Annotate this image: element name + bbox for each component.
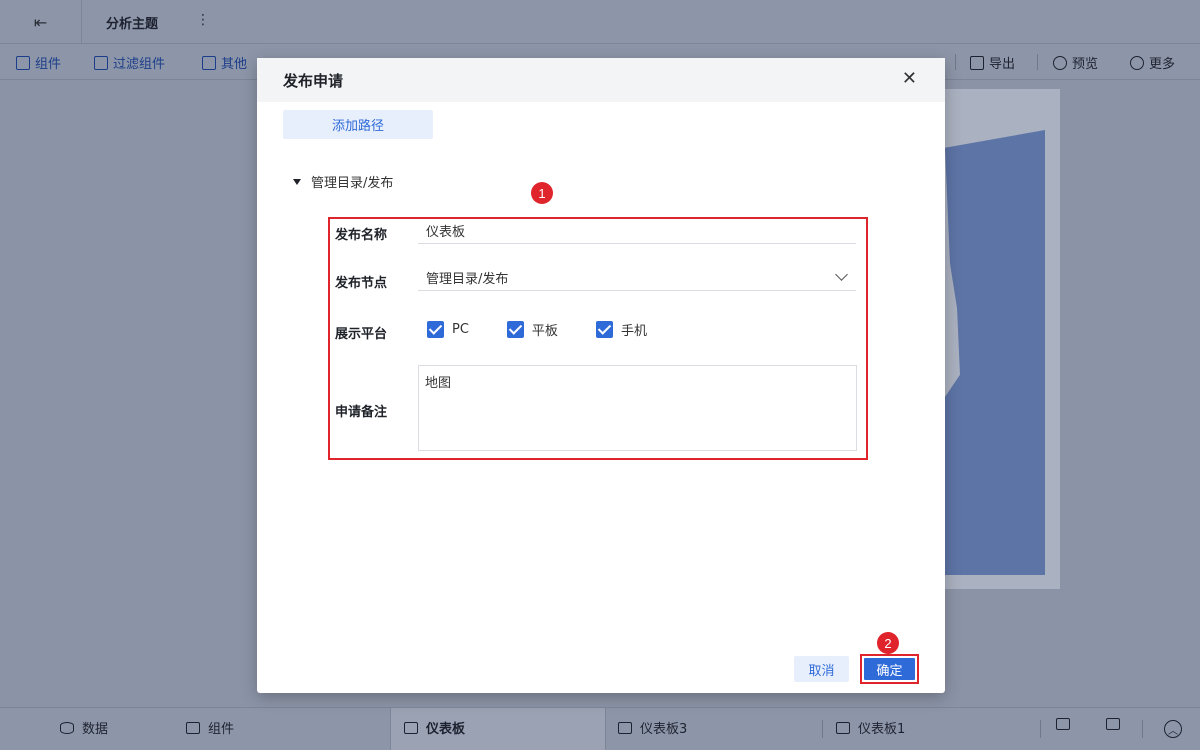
dialog-header: 发布申请 ✕ [257, 58, 945, 102]
publish-request-dialog: 发布申请 ✕ 添加路径 管理目录/发布 1 发布名称 仪表板 发布节点 管理目录… [257, 58, 945, 693]
toolbar-more-button[interactable]: 更多 [1130, 53, 1175, 72]
tab-divider [822, 720, 823, 738]
toolbar-export-button[interactable]: 导出 [970, 53, 1015, 72]
request-note-label: 申请备注 [335, 405, 388, 420]
tab-dashboard-label: 仪表板 [426, 722, 466, 737]
chart-icon [186, 721, 200, 734]
toolbar-component-label: 组件 [35, 57, 62, 72]
confirm-button-highlight: 确定 [860, 654, 919, 684]
toolbar-component-button[interactable]: 组件 [16, 53, 61, 72]
tab-component[interactable]: 组件 [186, 718, 234, 737]
toolbar-divider [1037, 54, 1038, 70]
checkbox-checked-icon[interactable] [506, 321, 524, 338]
dialog-title: 发布申请 [283, 71, 344, 90]
bottom-tab-bar: 数据 组件 仪表板 仪表板3 仪表板1 ︿ [0, 707, 1200, 750]
add-dashboard-icon [1056, 718, 1070, 730]
publish-name-field[interactable]: 仪表板 [418, 218, 856, 244]
tab-dashboard-3-label: 仪表板3 [640, 722, 688, 737]
toolbar-other-label: 其他 [221, 57, 248, 72]
platform-label: 展示平台 [335, 327, 388, 342]
tab-dashboard-3[interactable]: 仪表板3 [618, 718, 687, 737]
platform-checkbox-group: PC 平板 手机 [427, 320, 685, 339]
toolbar-export-label: 导出 [989, 57, 1016, 72]
collapse-up-icon[interactable]: ︿ [1164, 720, 1182, 738]
tab-dashboard-1[interactable]: 仪表板1 [836, 718, 905, 737]
close-icon[interactable]: ✕ [902, 70, 917, 88]
tab-divider [1142, 720, 1143, 738]
analysis-topic-title: 分析主题 [106, 17, 159, 32]
more-icon [1130, 55, 1144, 70]
directory-tree-node[interactable]: 管理目录/发布 [293, 172, 393, 191]
platform-tablet-checkbox[interactable]: 平板 [506, 320, 558, 339]
publish-name-label: 发布名称 [335, 228, 388, 243]
checkbox-checked-icon[interactable] [427, 321, 444, 338]
request-note-textarea[interactable]: 地图 [418, 365, 857, 451]
checkbox-checked-icon[interactable] [595, 321, 613, 338]
toolbar-filter-component-label: 过滤组件 [113, 57, 166, 72]
toolbar-more-label: 更多 [1149, 57, 1176, 72]
top-header: ⇤ 分析主题 ⋮ [0, 0, 1200, 44]
map-widget-preview [945, 130, 1045, 575]
platform-pc-label: PC [452, 322, 469, 337]
tab-component-label: 组件 [208, 722, 235, 737]
chevron-down-icon [835, 268, 848, 281]
publish-node-select[interactable]: 管理目录/发布 [418, 265, 856, 291]
toolbar-preview-button[interactable]: 预览 [1053, 53, 1098, 72]
add-dashboard-icon[interactable] [1056, 718, 1070, 730]
step-badge-2: 2 [877, 632, 899, 654]
database-icon [60, 721, 74, 734]
publish-node-value: 管理目录/发布 [426, 272, 509, 287]
platform-pc-checkbox[interactable]: PC [427, 321, 469, 338]
add-component-icon [1106, 718, 1120, 730]
vertical-dots-icon[interactable]: ⋮ [196, 12, 210, 28]
toolbar-filter-component-button[interactable]: 过滤组件 [94, 53, 165, 72]
cancel-button[interactable]: 取消 [794, 656, 849, 682]
toolbar-preview-label: 预览 [1072, 57, 1099, 72]
toolbar-divider [955, 54, 956, 70]
platform-mobile-label: 手机 [620, 324, 647, 339]
dashboard-icon [618, 721, 632, 734]
add-path-button[interactable]: 添加路径 [283, 110, 433, 139]
other-icon [202, 55, 216, 70]
tab-data[interactable]: 数据 [60, 718, 108, 737]
platform-mobile-checkbox[interactable]: 手机 [595, 320, 647, 339]
export-icon [970, 55, 984, 70]
dashboard-icon [836, 721, 850, 734]
tab-divider [1040, 720, 1041, 738]
publish-name-value: 仪表板 [426, 225, 466, 240]
exit-icon[interactable]: ⇤ [0, 0, 82, 44]
preview-icon [1053, 55, 1067, 70]
publish-node-label: 发布节点 [335, 276, 388, 291]
tab-data-label: 数据 [82, 722, 109, 737]
tree-node-label: 管理目录/发布 [311, 176, 394, 191]
confirm-button[interactable]: 确定 [864, 658, 915, 680]
step-badge-1: 1 [531, 182, 553, 204]
tab-dashboard[interactable]: 仪表板 [404, 718, 465, 737]
tab-dashboard-1-label: 仪表板1 [858, 722, 906, 737]
caret-down-icon[interactable] [293, 178, 301, 185]
toolbar-other-button[interactable]: 其他 [202, 53, 247, 72]
dashboard-icon [404, 721, 418, 734]
filter-component-icon [94, 55, 108, 70]
publish-form-highlight: 发布名称 仪表板 发布节点 管理目录/发布 展示平台 PC 平板 手机 申请备注 [328, 217, 868, 460]
component-icon [16, 55, 30, 70]
platform-tablet-label: 平板 [531, 324, 558, 339]
add-component-icon[interactable] [1106, 718, 1120, 730]
